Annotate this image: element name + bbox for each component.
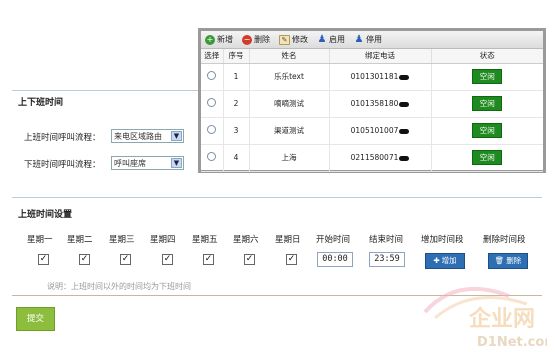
row-radio[interactable] bbox=[207, 125, 217, 134]
add-button[interactable]: + 新增 bbox=[205, 34, 233, 45]
column-header-select: 选择 bbox=[201, 49, 224, 64]
column-header-name: 姓名 bbox=[249, 49, 330, 64]
note-text: 说明：上班时间以外的时间均为下班时间 bbox=[47, 282, 191, 291]
row-radio[interactable] bbox=[207, 71, 217, 80]
start-time-input[interactable]: 00:00 bbox=[317, 252, 353, 267]
row-radio[interactable] bbox=[207, 98, 217, 107]
end-time-input[interactable]: 23:59 bbox=[369, 252, 405, 267]
off-duty-flow-label: 下班时间呼叫流程： bbox=[24, 160, 101, 170]
agent-table: 选择 序号 姓名 绑定电话 状态 1 乐乐text 0101301181 空闲 … bbox=[201, 49, 543, 172]
status-badge[interactable]: 空闲 bbox=[472, 123, 503, 138]
chevron-down-icon: ▼ bbox=[171, 158, 182, 168]
plus-icon: ✚ bbox=[433, 256, 440, 265]
column-label-saturday: 星期六 bbox=[233, 235, 259, 245]
on-duty-flow-label: 上班时间呼叫流程： bbox=[24, 133, 101, 143]
column-header-index: 序号 bbox=[223, 49, 250, 64]
row-phone-cell: 0211580071 bbox=[329, 144, 432, 172]
plus-icon: + bbox=[205, 34, 215, 45]
table-row: 1 乐乐text 0101301181 空闲 bbox=[201, 63, 543, 91]
row-index: 1 bbox=[223, 63, 250, 91]
row-phone: 0101358180 bbox=[350, 99, 399, 108]
table-row: 2 嘀嘀测试 0101358180 空闲 bbox=[201, 90, 543, 118]
row-phone: 0101301181 bbox=[350, 72, 399, 81]
column-label-wednesday: 星期三 bbox=[109, 235, 135, 245]
watermark-sub-text: D1Net.com bbox=[477, 335, 547, 350]
column-label-monday: 星期一 bbox=[27, 235, 53, 245]
section-title-work-time-setting: 上班时间设置 bbox=[18, 210, 73, 220]
redaction-mark bbox=[399, 155, 410, 161]
column-label-end-time: 结束时间 bbox=[369, 235, 404, 245]
redaction-mark bbox=[399, 74, 410, 80]
table-row: 4 上海 0211580071 空闲 bbox=[201, 144, 543, 172]
friday-checkbox[interactable]: ✓ bbox=[203, 254, 214, 265]
row-name: 乐乐text bbox=[249, 63, 330, 91]
row-phone-cell: 0105101007 bbox=[329, 117, 432, 145]
redaction-mark bbox=[399, 128, 410, 134]
row-phone-cell: 0101358180 bbox=[329, 90, 432, 118]
row-name: 上海 bbox=[249, 144, 330, 172]
column-label-sunday: 星期日 bbox=[275, 235, 301, 245]
row-phone: 0211580071 bbox=[350, 153, 399, 162]
edit-icon: ✎ bbox=[279, 34, 290, 45]
enable-button[interactable]: ♟ 启用 bbox=[317, 34, 345, 45]
row-radio[interactable] bbox=[207, 152, 217, 161]
user-disable-icon: ♟ bbox=[354, 33, 364, 45]
column-label-tuesday: 星期二 bbox=[67, 235, 93, 245]
edit-button[interactable]: ✎ 修改 bbox=[279, 34, 308, 45]
status-badge[interactable]: 空闲 bbox=[472, 69, 503, 84]
on-duty-flow-value: 来电区域路由 bbox=[114, 132, 162, 141]
column-label-add-period: 增加时间段 bbox=[421, 235, 464, 245]
column-label-delete-period: 删除时间段 bbox=[483, 235, 526, 245]
row-name: 嘀嘀测试 bbox=[249, 90, 330, 118]
watermark-logo: 企业网 D1Net.com bbox=[417, 282, 555, 352]
column-label-friday: 星期五 bbox=[192, 235, 218, 245]
column-header-phone: 绑定电话 bbox=[329, 49, 432, 64]
off-duty-flow-select[interactable]: 呼叫座席 ▼ bbox=[111, 156, 184, 170]
row-index: 4 bbox=[223, 144, 250, 172]
table-header-row: 选择 序号 姓名 绑定电话 状态 bbox=[201, 49, 543, 64]
row-name: 渠道测试 bbox=[249, 117, 330, 145]
divider-middle bbox=[12, 197, 542, 198]
redaction-mark bbox=[399, 101, 410, 107]
user-enable-icon: ♟ bbox=[317, 33, 327, 45]
column-label-start-time: 开始时间 bbox=[316, 235, 351, 245]
trash-icon: 🗑 bbox=[494, 256, 505, 265]
delete-period-button[interactable]: 🗑 删除 bbox=[488, 253, 528, 269]
table-row: 3 渠道测试 0105101007 空闲 bbox=[201, 117, 543, 145]
chevron-down-icon: ▼ bbox=[171, 131, 182, 141]
column-label-thursday: 星期四 bbox=[150, 235, 176, 245]
tuesday-checkbox[interactable]: ✓ bbox=[79, 254, 90, 265]
minus-icon: − bbox=[242, 34, 252, 45]
row-phone-cell: 0101301181 bbox=[329, 63, 432, 91]
disable-button[interactable]: ♟ 停用 bbox=[354, 34, 382, 45]
status-badge[interactable]: 空闲 bbox=[472, 150, 503, 165]
row-phone: 0105101007 bbox=[350, 126, 399, 135]
monday-checkbox[interactable]: ✓ bbox=[38, 254, 49, 265]
saturday-checkbox[interactable]: ✓ bbox=[244, 254, 255, 265]
on-duty-flow-select[interactable]: 来电区域路由 ▼ bbox=[111, 129, 184, 143]
submit-button[interactable]: 提交 bbox=[16, 307, 55, 331]
row-index: 3 bbox=[223, 117, 250, 145]
popup-toolbar: + 新增 − 删除 ✎ 修改 ♟ 启用 ♟ 停用 bbox=[201, 31, 543, 49]
off-duty-flow-value: 呼叫座席 bbox=[114, 159, 146, 168]
watermark-text: 企业网 bbox=[468, 306, 535, 332]
agent-select-popup: + 新增 − 删除 ✎ 修改 ♟ 启用 ♟ 停用 选择 序号 姓名 绑定电话 状态 1 乐… bbox=[198, 28, 546, 173]
delete-button[interactable]: − 删除 bbox=[242, 34, 270, 45]
row-index: 2 bbox=[223, 90, 250, 118]
status-badge[interactable]: 空闲 bbox=[472, 96, 503, 111]
add-period-button[interactable]: ✚ 增加 bbox=[425, 253, 465, 269]
sunday-checkbox[interactable]: ✓ bbox=[286, 254, 297, 265]
section-title-work-hours: 上下班时间 bbox=[18, 98, 64, 108]
wednesday-checkbox[interactable]: ✓ bbox=[120, 254, 131, 265]
thursday-checkbox[interactable]: ✓ bbox=[162, 254, 173, 265]
column-header-status: 状态 bbox=[431, 49, 543, 64]
